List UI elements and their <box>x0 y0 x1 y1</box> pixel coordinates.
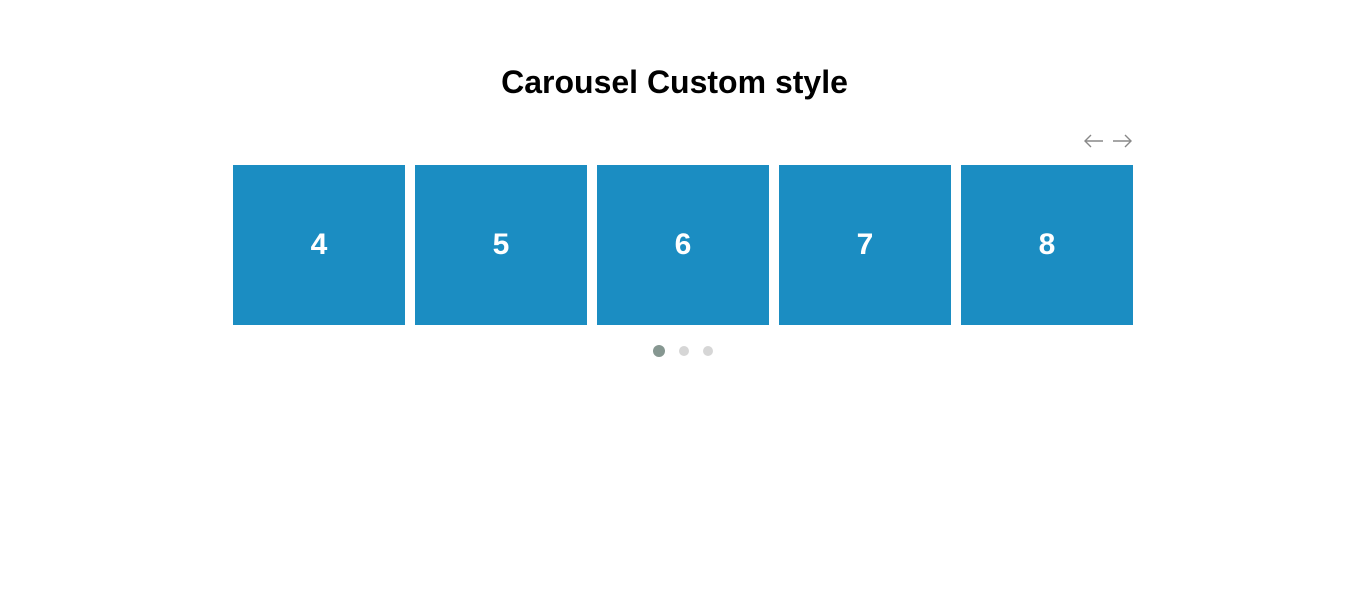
prev-button[interactable] <box>1083 129 1105 153</box>
arrow-right-icon <box>1113 134 1132 148</box>
carousel-pagination <box>233 345 1133 357</box>
carousel-track: 4 5 6 7 8 <box>233 165 1133 325</box>
carousel-nav <box>1083 129 1133 153</box>
arrow-left-icon <box>1084 134 1103 148</box>
carousel-slide[interactable]: 7 <box>779 165 951 325</box>
slide-label: 8 <box>1038 228 1056 261</box>
slide-label: 7 <box>856 228 874 261</box>
next-button[interactable] <box>1111 129 1133 153</box>
pagination-dot[interactable] <box>703 346 713 356</box>
slide-label: 6 <box>674 228 692 261</box>
carousel-slide[interactable]: 4 <box>233 165 405 325</box>
pagination-dot[interactable] <box>679 346 689 356</box>
slide-label: 5 <box>492 228 510 261</box>
carousel-slide[interactable]: 6 <box>597 165 769 325</box>
carousel-slide[interactable]: 8 <box>961 165 1133 325</box>
carousel: 4 5 6 7 8 <box>233 125 1133 365</box>
pagination-dot[interactable] <box>653 345 665 357</box>
page-title: Carousel Custom style <box>501 64 848 100</box>
carousel-slide[interactable]: 5 <box>415 165 587 325</box>
slide-label: 4 <box>310 228 328 261</box>
